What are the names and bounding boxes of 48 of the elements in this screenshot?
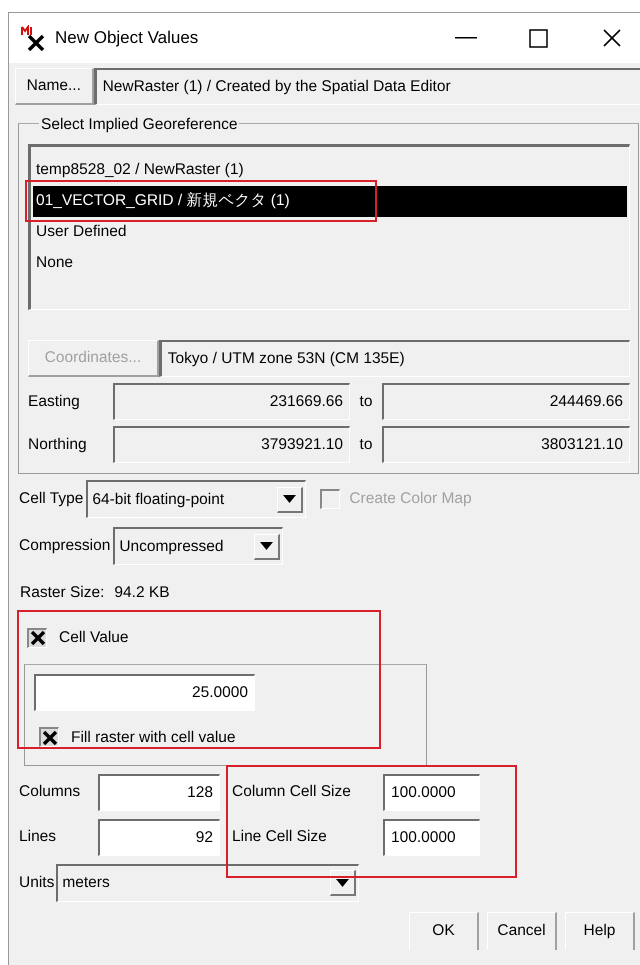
input-field[interactable]: 128 [98, 774, 220, 810]
input-field[interactable]: 244469.66 [382, 383, 630, 420]
field-label: Easting [28, 392, 81, 412]
dialog-button[interactable]: Cancel [487, 912, 557, 950]
input-field[interactable]: 231669.66 [113, 383, 350, 420]
maximize-icon[interactable] [529, 28, 548, 48]
input-field[interactable]: 100.0000 [383, 774, 480, 810]
dialog-button[interactable]: OK [409, 912, 479, 950]
close-icon[interactable] [602, 29, 620, 47]
caret-icon [260, 542, 274, 550]
dropdown[interactable]: 64-bit floating-point [86, 480, 306, 518]
to-label: to [358, 392, 374, 412]
field-label: Units [19, 872, 54, 893]
raster-size-value: 94.2 KB [114, 583, 170, 603]
input-field[interactable]: 92 [98, 818, 220, 856]
field-label: Raster Size: [20, 583, 104, 603]
minimize-icon[interactable] [454, 37, 476, 39]
list-item[interactable]: User Defined [33, 217, 627, 248]
checkbox-label: Create Color Map [349, 489, 472, 510]
input-field[interactable]: 25.0000 [34, 674, 255, 710]
input-field[interactable]: Tokyo / UTM zone 53N (CM 135E) [158, 340, 630, 377]
list-item[interactable]: temp8528_02 / NewRaster (1) [33, 155, 627, 186]
field-label: Northing [28, 434, 88, 455]
field-label: Line Cell Size [232, 827, 328, 848]
list-item[interactable]: None [33, 248, 627, 279]
input-field[interactable]: 3793921.10 [113, 426, 350, 463]
checkbox[interactable] [27, 628, 47, 648]
caret-icon [336, 878, 350, 886]
name-button[interactable]: Name... [15, 68, 94, 105]
window-title: New Object Values [55, 27, 198, 50]
checkbox[interactable] [39, 727, 59, 748]
field-label: Lines [19, 827, 58, 848]
dropdown[interactable]: meters [56, 864, 360, 902]
dropdown[interactable]: Uncompressed [113, 527, 284, 565]
input-field[interactable]: 3803121.10 [382, 426, 630, 463]
checkbox-label: Cell Value [59, 628, 129, 648]
app-icon [21, 25, 47, 51]
field-label: Compression [19, 536, 110, 556]
input-field[interactable]: NewRaster (1) / Created by the Spatial Data Editor [94, 68, 640, 105]
list-item[interactable]: 01_VECTOR_GRID / 新規ベクタ (1) [33, 186, 627, 217]
caret-icon [283, 495, 296, 503]
field-label: Column Cell Size [232, 782, 352, 802]
to-label: to [358, 434, 374, 455]
dialog-button[interactable]: Help [565, 912, 635, 950]
field-label: Cell Type [19, 489, 84, 510]
input-field[interactable]: 100.0000 [383, 818, 480, 856]
checkbox-label: Fill raster with cell value [71, 728, 236, 748]
field-label: Columns [19, 782, 82, 802]
